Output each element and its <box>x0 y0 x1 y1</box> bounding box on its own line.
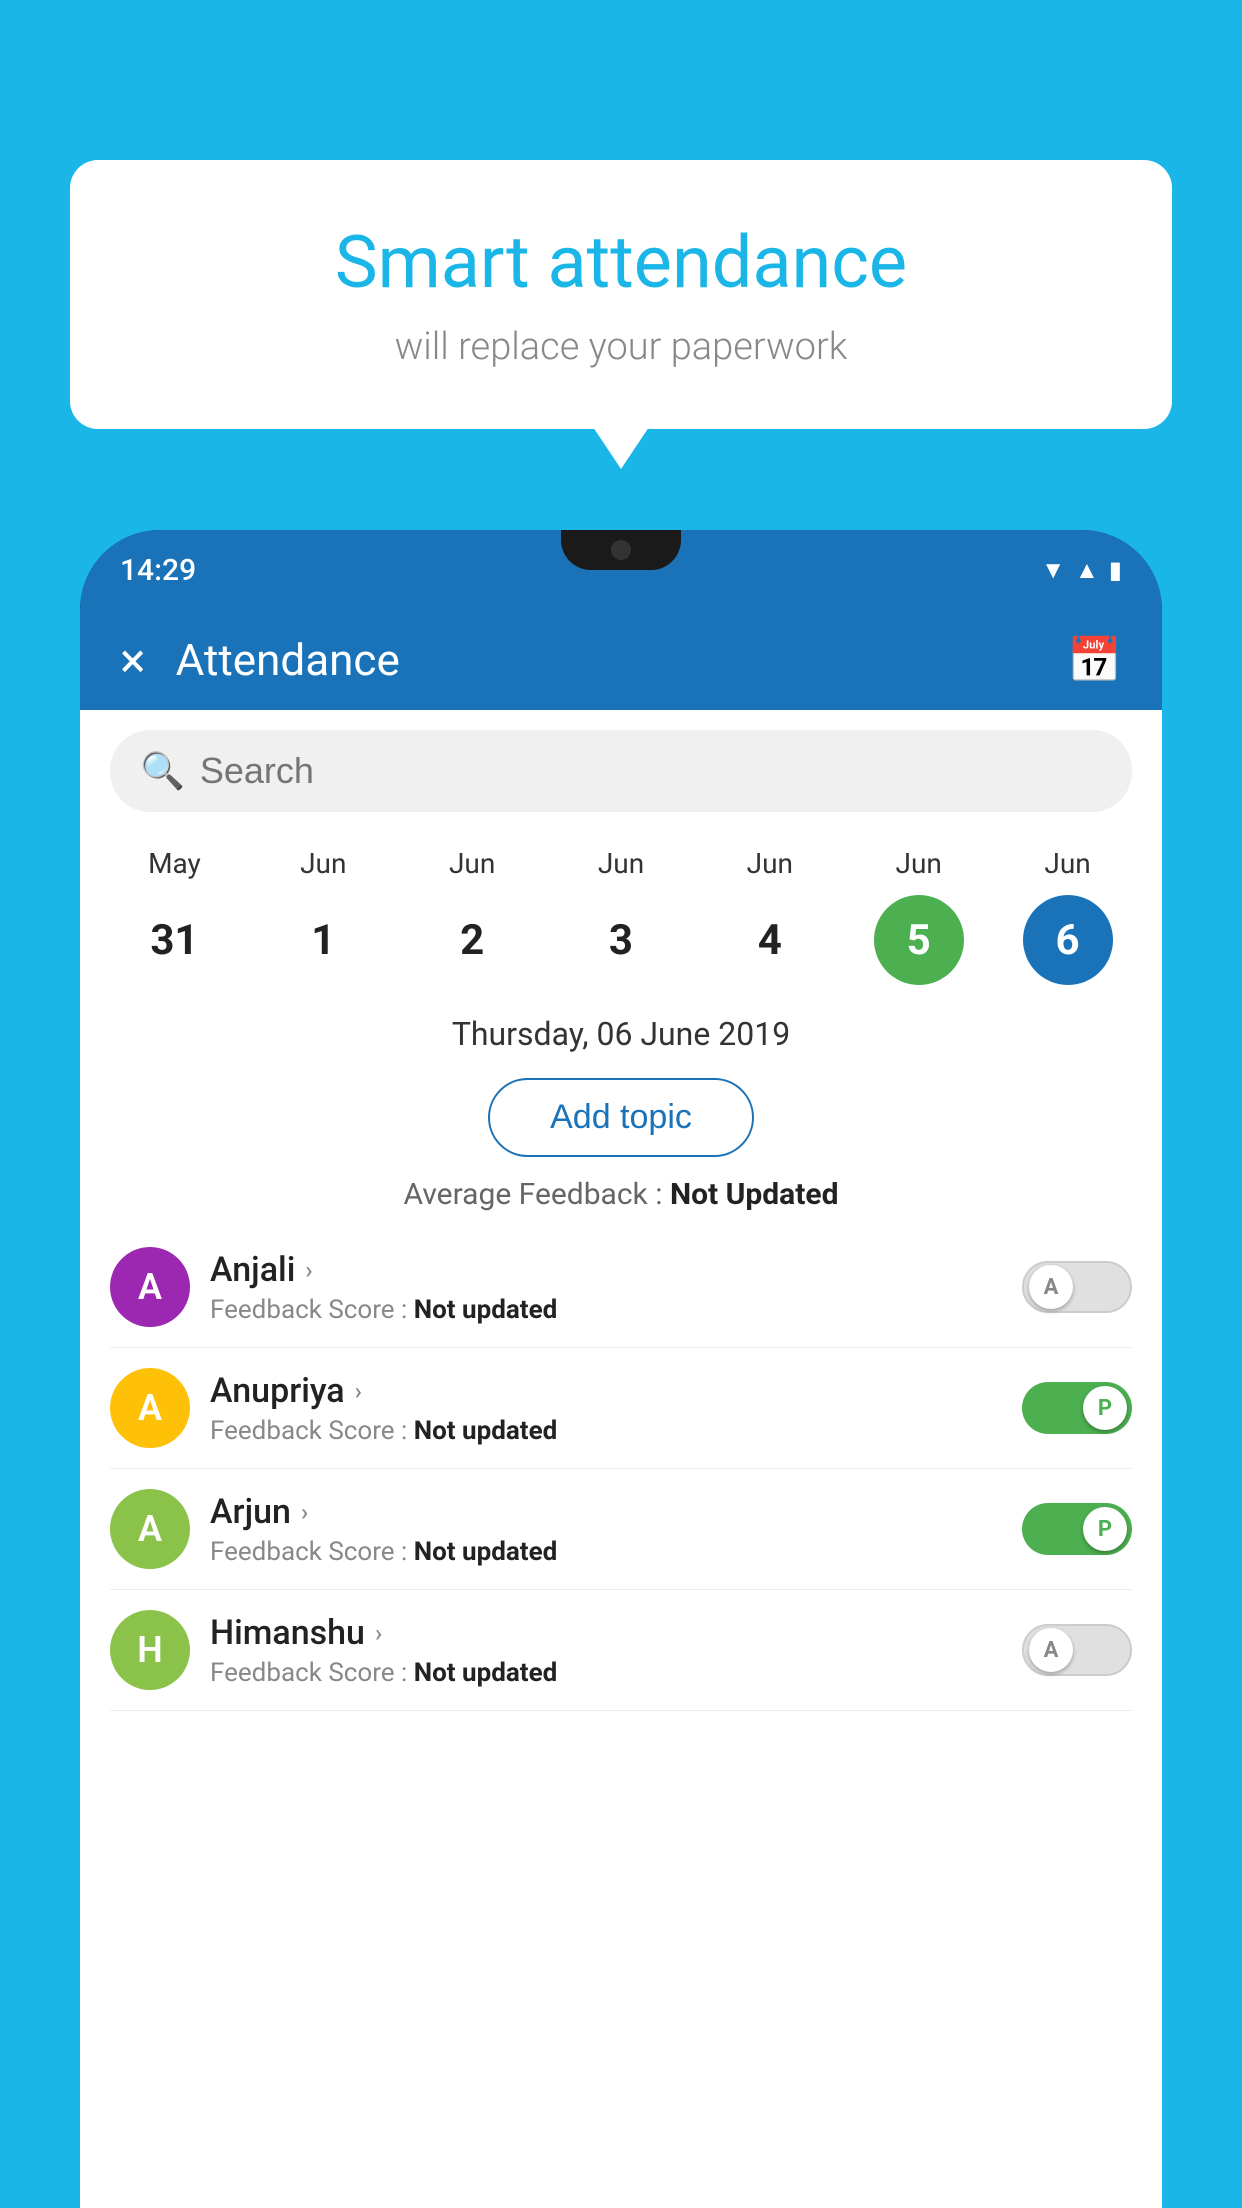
date-selector: MayJunJunJunJunJunJun 31123456 <box>80 832 1162 995</box>
student-name[interactable]: Anjali› <box>210 1250 1002 1290</box>
avatar: H <box>110 1610 190 1690</box>
attendance-toggle[interactable]: A <box>1022 1624 1132 1676</box>
date-number[interactable]: 3 <box>576 895 666 985</box>
app-bar: × Attendance 📅 <box>80 610 1162 710</box>
student-score: Feedback Score : Not updated <box>210 1416 1002 1446</box>
search-icon: 🔍 <box>140 750 185 792</box>
phone-screen: 🔍 MayJunJunJunJunJunJun 31123456 Thursda… <box>80 710 1162 2208</box>
avatar: A <box>110 1489 190 1569</box>
avg-feedback: Average Feedback : Not Updated <box>80 1172 1162 1227</box>
selected-date-info: Thursday, 06 June 2019 <box>80 995 1162 1063</box>
date-months: MayJunJunJunJunJunJun <box>100 842 1142 885</box>
date-number[interactable]: 5 <box>874 895 964 985</box>
date-number[interactable]: 31 <box>129 895 219 985</box>
date-number[interactable]: 4 <box>725 895 815 985</box>
month-label: Jun <box>844 842 993 885</box>
phone-frame: 14:29 ▼ ▲ ▮ × Attendance 📅 🔍 MayJunJunJu… <box>80 530 1162 2208</box>
battery-icon: ▮ <box>1109 556 1122 584</box>
avatar: A <box>110 1368 190 1448</box>
bubble-subtitle: will replace your paperwork <box>150 325 1092 369</box>
speech-bubble: Smart attendance will replace your paper… <box>70 160 1172 429</box>
bubble-title: Smart attendance <box>150 220 1092 305</box>
search-bar[interactable]: 🔍 <box>110 730 1132 812</box>
date-number[interactable]: 2 <box>427 895 517 985</box>
attendance-toggle[interactable]: A <box>1022 1261 1132 1313</box>
phone-notch <box>561 530 681 570</box>
calendar-icon[interactable]: 📅 <box>1067 634 1122 686</box>
student-list: AAnjali›Feedback Score : Not updatedAAAn… <box>80 1227 1162 1711</box>
add-topic-button[interactable]: Add topic <box>488 1078 754 1157</box>
date-number[interactable]: 1 <box>278 895 368 985</box>
chevron-icon: › <box>375 1619 382 1647</box>
camera <box>611 540 631 560</box>
student-row: A Anjali› Feedback Score : Not updated A <box>110 1227 1132 1348</box>
student-info[interactable]: Himanshu› Feedback Score : Not updated <box>210 1613 1002 1688</box>
chevron-icon: › <box>355 1377 362 1405</box>
student-row: A Arjun› Feedback Score : Not updated P <box>110 1469 1132 1590</box>
student-name[interactable]: Himanshu› <box>210 1613 1002 1653</box>
month-label: Jun <box>547 842 696 885</box>
month-label: May <box>100 842 249 885</box>
wifi-icon: ▼ <box>1041 556 1065 585</box>
student-info[interactable]: Anupriya› Feedback Score : Not updated <box>210 1371 1002 1446</box>
speech-bubble-container: Smart attendance will replace your paper… <box>70 160 1172 429</box>
student-score: Feedback Score : Not updated <box>210 1658 1002 1688</box>
attendance-toggle[interactable]: P <box>1022 1382 1132 1434</box>
search-input[interactable] <box>200 750 1102 792</box>
student-info[interactable]: Anjali› Feedback Score : Not updated <box>210 1250 1002 1325</box>
month-label: Jun <box>993 842 1142 885</box>
student-row: A Anupriya› Feedback Score : Not updated P <box>110 1348 1132 1469</box>
student-score: Feedback Score : Not updated <box>210 1537 1002 1567</box>
chevron-icon: › <box>305 1256 312 1284</box>
attendance-toggle[interactable]: P <box>1022 1503 1132 1555</box>
avg-feedback-value: Not Updated <box>670 1177 839 1212</box>
status-bar: 14:29 ▼ ▲ ▮ <box>80 530 1162 610</box>
date-number[interactable]: 6 <box>1023 895 1113 985</box>
month-label: Jun <box>695 842 844 885</box>
avatar: A <box>110 1247 190 1327</box>
signal-icon: ▲ <box>1075 556 1099 585</box>
status-icons: ▼ ▲ ▮ <box>1041 556 1122 585</box>
app-title: Attendance <box>176 634 1068 686</box>
student-info[interactable]: Arjun› Feedback Score : Not updated <box>210 1492 1002 1567</box>
close-button[interactable]: × <box>120 632 146 689</box>
student-row: H Himanshu› Feedback Score : Not updated A <box>110 1590 1132 1711</box>
date-numbers: 31 123456 <box>100 895 1142 985</box>
avg-feedback-label: Average Feedback : <box>404 1177 663 1212</box>
month-label: Jun <box>249 842 398 885</box>
status-time: 14:29 <box>120 553 196 588</box>
student-name[interactable]: Arjun› <box>210 1492 1002 1532</box>
month-label: Jun <box>398 842 547 885</box>
student-name[interactable]: Anupriya› <box>210 1371 1002 1411</box>
student-score: Feedback Score : Not updated <box>210 1295 1002 1325</box>
chevron-icon: › <box>301 1498 308 1526</box>
